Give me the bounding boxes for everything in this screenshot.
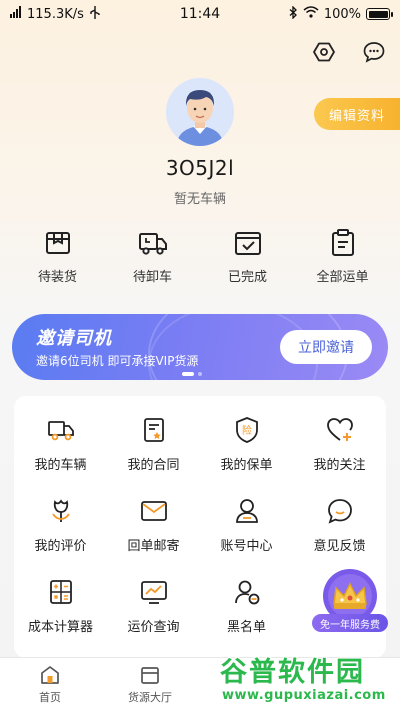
service-label: 我的关注 [313, 458, 366, 473]
tab-cargo-hall[interactable]: 货源大厅 [100, 658, 200, 711]
network-speed: 115.3K/s [27, 6, 84, 22]
watermark-title: 谷普软件园 [220, 657, 365, 688]
banner-pager [182, 372, 202, 376]
service-label: 成本计算器 [27, 620, 93, 635]
package-box-icon [45, 232, 70, 254]
watermark-url: www.gupuxiazai.com [222, 688, 386, 703]
order-all[interactable]: 全部运单 [295, 228, 390, 285]
service-account-center[interactable]: 账号中心 [200, 485, 293, 566]
heart-plus-icon [326, 418, 353, 441]
service-my-follow[interactable]: 我的关注 [293, 404, 386, 485]
settings-hexagon-icon[interactable] [312, 40, 336, 64]
invite-banner[interactable]: 邀请司机 邀请6位司机 即可承接VIP货源 立即邀请 [12, 314, 388, 380]
vip-promo-label[interactable]: 免一年服务费 [312, 614, 388, 632]
service-my-rating[interactable]: 我的评价 [14, 485, 107, 566]
order-label: 待卸车 [132, 270, 172, 285]
cargo-hall-icon [141, 667, 159, 684]
pager-dot-active [182, 372, 194, 376]
service-label: 我的评价 [34, 539, 87, 554]
user-account-icon [235, 499, 258, 523]
pager-dot [198, 372, 202, 376]
service-label: 我的保单 [220, 458, 273, 473]
service-label: 我的车辆 [34, 458, 87, 473]
order-label: 已完成 [227, 270, 267, 285]
order-label: 全部运单 [316, 270, 369, 285]
service-label: 运价查询 [127, 620, 180, 635]
envelope-icon [140, 501, 167, 521]
header-actions [312, 40, 386, 64]
order-completed[interactable]: 已完成 [200, 228, 295, 285]
status-bar: 115.3K/s 11:44 100% [0, 0, 400, 28]
order-pending-load[interactable]: 待装货 [10, 228, 105, 285]
username: 3O5J2l [165, 156, 235, 180]
vehicle-status: 暂无车辆 [173, 192, 226, 207]
service-label: 我的合同 [127, 458, 180, 473]
order-pending-unload[interactable]: 待卸车 [105, 228, 200, 285]
clipboard-list-icon [331, 229, 354, 256]
service-price-query[interactable]: 运价查询 [107, 566, 200, 647]
usb-icon [89, 5, 101, 23]
site-watermark: 谷普软件园 www.gupuxiazai.com [216, 648, 400, 711]
tab-label: 首页 [39, 691, 61, 704]
home-icon [41, 666, 59, 684]
invite-now-button[interactable]: 立即邀请 [280, 330, 372, 364]
service-cost-calculator[interactable]: 成本计算器 [14, 566, 107, 647]
tab-label: 货源大厅 [128, 691, 172, 704]
banner-subtitle: 邀请6位司机 即可承接VIP货源 [36, 354, 199, 368]
order-status-row: 待装货 待卸车 已完成 全部运单 [10, 228, 390, 285]
service-my-policy[interactable]: 险 我的保单 [200, 404, 293, 485]
service-label: 账号中心 [220, 539, 273, 554]
tab-home[interactable]: 首页 [0, 658, 100, 711]
delivery-truck-icon [138, 233, 167, 255]
completed-check-icon [234, 232, 261, 255]
avatar[interactable] [166, 78, 234, 146]
battery-percent: 100% [323, 6, 361, 22]
battery-icon [366, 8, 393, 20]
flower-rating-icon [51, 499, 70, 522]
insurance-shield-icon: 险 [235, 417, 258, 443]
contract-icon [143, 418, 164, 442]
service-receipt-mail[interactable]: 回单邮寄 [107, 485, 200, 566]
service-label: 黑名单 [226, 620, 266, 635]
shield-badge: 险 [242, 424, 252, 437]
order-label: 待装货 [37, 270, 77, 285]
truck-icon [47, 421, 74, 441]
service-my-contract[interactable]: 我的合同 [107, 404, 200, 485]
banner-title: 邀请司机 [36, 328, 112, 349]
wifi-icon [303, 6, 319, 22]
chat-feedback-icon [327, 499, 352, 524]
message-bubble-icon[interactable] [362, 40, 386, 64]
signal-icon [10, 6, 22, 22]
bluetooth-icon [289, 4, 298, 23]
blacklist-user-icon [234, 580, 259, 605]
edit-profile-button[interactable]: 编辑资料 [314, 98, 400, 130]
service-blacklist[interactable]: 黑名单 [200, 566, 293, 647]
service-feedback[interactable]: 意见反馈 [293, 485, 386, 566]
price-chart-icon [140, 581, 167, 604]
calculator-icon [49, 580, 72, 604]
service-label: 意见反馈 [313, 539, 366, 554]
service-my-vehicle[interactable]: 我的车辆 [14, 404, 107, 485]
service-label: 回单邮寄 [127, 539, 180, 554]
